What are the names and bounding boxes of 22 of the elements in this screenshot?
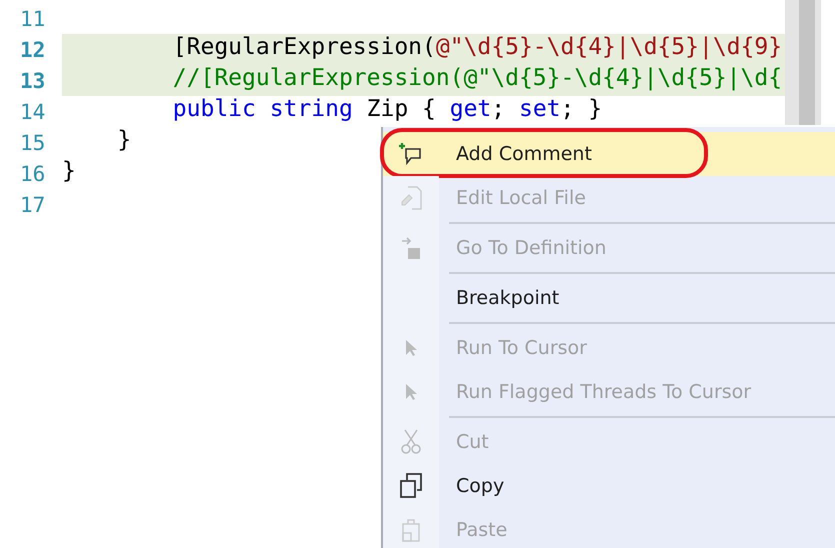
add-comment-icon — [399, 143, 423, 165]
paste-icon — [400, 517, 422, 543]
scrollbar-thumb[interactable] — [799, 0, 815, 125]
scrollbar[interactable] — [785, 0, 821, 125]
scissors-icon — [401, 429, 421, 455]
line-number: 11 — [19, 6, 46, 30]
code-line: } — [62, 158, 76, 186]
menu-item[interactable]: Copy — [383, 464, 835, 508]
line-number: 12 — [19, 38, 46, 62]
file-pencil-icon — [400, 186, 422, 210]
code-line: public string Zip { get; set; } — [172, 96, 602, 124]
copy-icon — [399, 473, 423, 499]
menu-item[interactable]: Breakpoint — [383, 276, 835, 320]
code-line: } — [116, 127, 132, 155]
line-number: 16 — [19, 162, 46, 186]
line-number: 15 — [19, 130, 46, 154]
pointer-icon — [405, 339, 417, 357]
line-number: 17 — [19, 192, 46, 216]
arrow-square-icon — [400, 236, 422, 260]
line-number: 14 — [19, 100, 46, 124]
pointer-icon — [405, 383, 417, 401]
line-number: 13 — [19, 68, 46, 92]
